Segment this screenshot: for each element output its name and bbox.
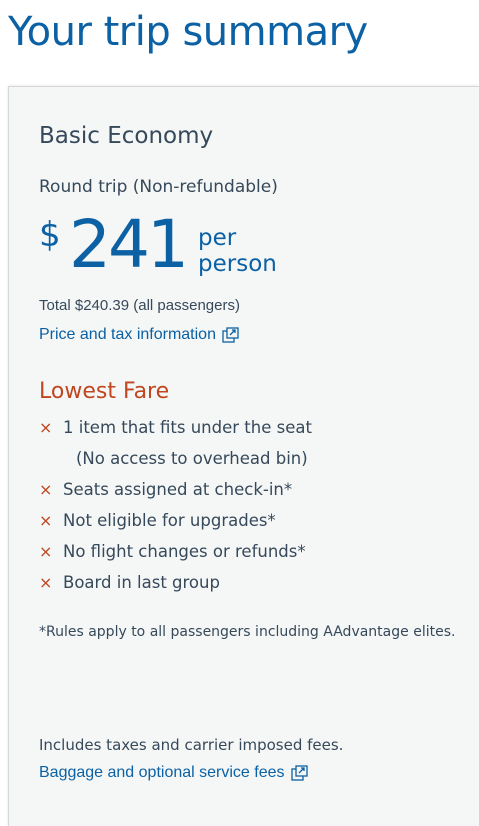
price-tax-info-link[interactable]: Price and tax information xyxy=(39,324,240,346)
x-mark-icon: × xyxy=(39,418,53,437)
x-mark-icon: × xyxy=(39,511,53,530)
fare-label: Lowest Fare xyxy=(39,379,170,404)
restriction-text: No flight changes or refunds* xyxy=(63,542,306,561)
baggage-fees-link[interactable]: Baggage and optional service fees xyxy=(39,762,309,784)
page-title: Your trip summary xyxy=(8,9,368,55)
currency-symbol: $ xyxy=(39,215,61,255)
total-price: Total $240.39 (all passengers) xyxy=(39,297,240,314)
fare-name: Basic Economy xyxy=(39,123,214,149)
x-mark-icon: × xyxy=(39,573,53,592)
restriction-text: Seats assigned at check-in* xyxy=(63,480,293,499)
trip-type: Round trip (Non-refundable) xyxy=(39,177,278,197)
restriction-list: × 1 item that fits under the seat (No ac… xyxy=(39,412,469,598)
restriction-item: × Not eligible for upgrades* xyxy=(39,505,469,536)
restriction-text: Board in last group xyxy=(63,573,220,592)
x-mark-icon: × xyxy=(39,480,53,499)
restriction-subtext: (No access to overhead bin) xyxy=(76,449,308,468)
restriction-item: × No flight changes or refunds* xyxy=(39,536,469,567)
restriction-item: × Seats assigned at check-in* xyxy=(39,474,469,505)
external-link-icon xyxy=(290,765,308,781)
price-tax-info-label: Price and tax information xyxy=(39,326,216,343)
includes-fees-note: Includes taxes and carrier imposed fees. xyxy=(39,736,344,754)
price-unit-line1: per xyxy=(198,225,237,251)
restriction-text: Not eligible for upgrades* xyxy=(63,511,276,530)
restriction-item: × Board in last group xyxy=(39,567,469,598)
price-unit: per person xyxy=(198,225,318,277)
rules-note: *Rules apply to all passengers including… xyxy=(39,624,456,640)
baggage-fees-label: Baggage and optional service fees xyxy=(39,764,285,781)
external-link-icon xyxy=(222,327,239,343)
restriction-text: 1 item that fits under the seat xyxy=(63,418,312,437)
x-mark-icon: × xyxy=(39,542,53,561)
price-unit-line2: person xyxy=(198,251,277,277)
price-display: $ 241 per person xyxy=(39,205,459,285)
restriction-item: × 1 item that fits under the seat (No ac… xyxy=(39,412,469,474)
price-amount: 241 xyxy=(69,206,189,283)
trip-summary-card: Basic Economy Round trip (Non-refundable… xyxy=(8,86,479,826)
